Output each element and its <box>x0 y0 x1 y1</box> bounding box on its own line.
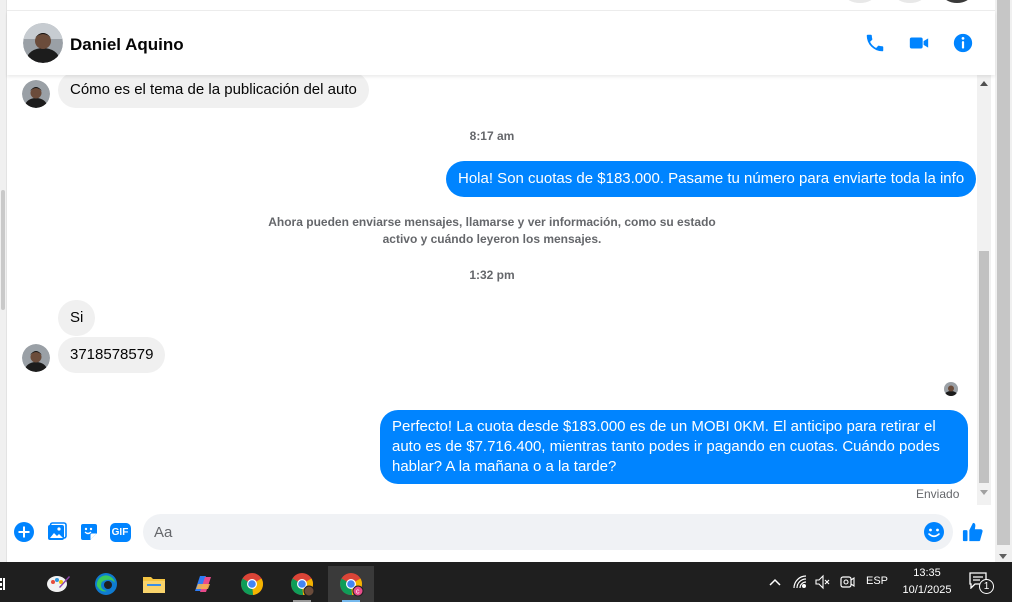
edge-icon <box>95 573 117 595</box>
message-list-scrollbar[interactable] <box>977 75 991 505</box>
scroll-up-arrow[interactable] <box>980 81 988 86</box>
chrome-profile-icon <box>290 573 315 597</box>
screen: Daniel Aquino Cómo es el tema de la publ… <box>0 0 1012 602</box>
avatar-icon[interactable] <box>22 80 50 108</box>
message-status: Enviado <box>916 487 960 501</box>
taskbar-app-edge[interactable] <box>83 566 129 602</box>
show-hidden-icons-icon[interactable] <box>767 574 783 590</box>
message-bubble-incoming[interactable]: Si <box>58 300 96 336</box>
emoji-icon[interactable] <box>923 521 945 543</box>
message-list-scrollbar-thumb[interactable] <box>979 251 989 483</box>
top-button-residue <box>895 0 925 3</box>
taskbar-app-paint[interactable] <box>35 566 81 602</box>
page-scroll-down-arrow[interactable] <box>999 554 1007 559</box>
info-icon <box>953 33 973 53</box>
call-button[interactable] <box>863 31 887 55</box>
chrome-icon <box>240 573 264 596</box>
clock-time: 13:35 <box>913 567 941 579</box>
avatar-icon[interactable] <box>22 344 50 372</box>
message-bubble-incoming[interactable]: Cómo es el tema de la publicación del au… <box>58 75 369 108</box>
like-button[interactable] <box>961 520 985 544</box>
attach-photo-button[interactable] <box>46 521 68 543</box>
phone-icon <box>866 34 884 52</box>
message-bubble-incoming[interactable]: 3718578579 <box>58 337 166 373</box>
file-explorer-icon <box>143 577 165 593</box>
task-view-icon <box>0 578 5 590</box>
privacy-notice: Ahora pueden enviarse mensajes, llamarse… <box>242 214 742 248</box>
thumbs-up-icon <box>962 522 983 542</box>
gif-button[interactable]: GIF <box>108 521 132 543</box>
taskbar-app-chrome[interactable] <box>229 566 275 602</box>
meet-now-icon[interactable] <box>839 574 855 590</box>
conversation-info-button[interactable] <box>951 31 975 55</box>
sticker-button[interactable] <box>78 521 100 543</box>
chrome-profile-c-icon: c <box>339 573 364 597</box>
page-scrollbar-thumb[interactable] <box>997 0 1010 545</box>
contact-name[interactable]: Daniel Aquino <box>70 35 184 55</box>
chat-header: Daniel Aquino <box>7 11 995 75</box>
clock-date: 10/1/2025 <box>902 584 952 596</box>
background-window-edge <box>0 0 7 562</box>
clock[interactable]: 13:35 10/1/2025 <box>894 565 960 599</box>
message-timestamp: 1:32 pm <box>469 268 515 282</box>
gif-label: GIF <box>111 526 129 538</box>
avatar-icon[interactable] <box>23 23 63 63</box>
taskbar-app-file-explorer[interactable] <box>131 566 177 602</box>
message-input-placeholder: Aa <box>154 524 173 541</box>
gif-icon: GIF <box>109 522 131 542</box>
top-button-residue <box>845 0 875 3</box>
page-scrollbar[interactable] <box>995 0 1012 562</box>
message-bubble-outgoing[interactable]: Hola! Son cuotas de $183.000. Pasame tu … <box>446 161 977 197</box>
message-bubble-outgoing[interactable]: Perfecto! La cuota desde $183.000 es de … <box>380 410 968 484</box>
paint-icon <box>47 576 70 592</box>
top-avatar-residue <box>943 0 971 3</box>
top-window-edge <box>7 0 995 11</box>
video-call-button[interactable] <box>907 31 931 55</box>
network-icon[interactable] <box>792 574 808 590</box>
plus-circle-icon <box>14 522 34 542</box>
message-input[interactable]: Aa <box>143 514 953 550</box>
language-indicator[interactable]: ESP <box>866 575 888 587</box>
message-timestamp: 8:17 am <box>469 129 515 143</box>
taskbar-app-chrome-active[interactable]: c <box>328 566 374 602</box>
speaker-muted-icon[interactable] <box>815 574 831 590</box>
taskbar-app-chrome-profile[interactable] <box>279 566 325 602</box>
notification-center-button[interactable]: 1 <box>968 571 994 595</box>
video-camera-icon <box>909 37 929 49</box>
privacy-notice-line: activo y cuándo leyeron los mensajes. <box>382 232 602 246</box>
sticker-icon <box>81 524 97 540</box>
notification-badge: 1 <box>979 579 994 594</box>
task-view-button[interactable] <box>0 566 14 602</box>
scroll-down-arrow[interactable] <box>980 490 988 495</box>
background-scrollbar[interactable] <box>1 190 5 310</box>
taskbar: c ESP 13:35 10/1/2025 1 <box>0 562 1012 602</box>
message-list: Cómo es el tema de la publicación del au… <box>7 75 977 505</box>
svg-text:c: c <box>356 589 360 596</box>
image-icon <box>48 522 67 540</box>
message-composer: GIF Aa <box>7 505 995 562</box>
more-actions-button[interactable] <box>13 521 35 543</box>
privacy-notice-line: Ahora pueden enviarse mensajes, llamarse… <box>268 215 716 229</box>
read-receipt-avatar-icon <box>944 382 958 396</box>
taskbar-app-copilot[interactable] <box>180 566 226 602</box>
copilot-icon <box>195 576 211 592</box>
